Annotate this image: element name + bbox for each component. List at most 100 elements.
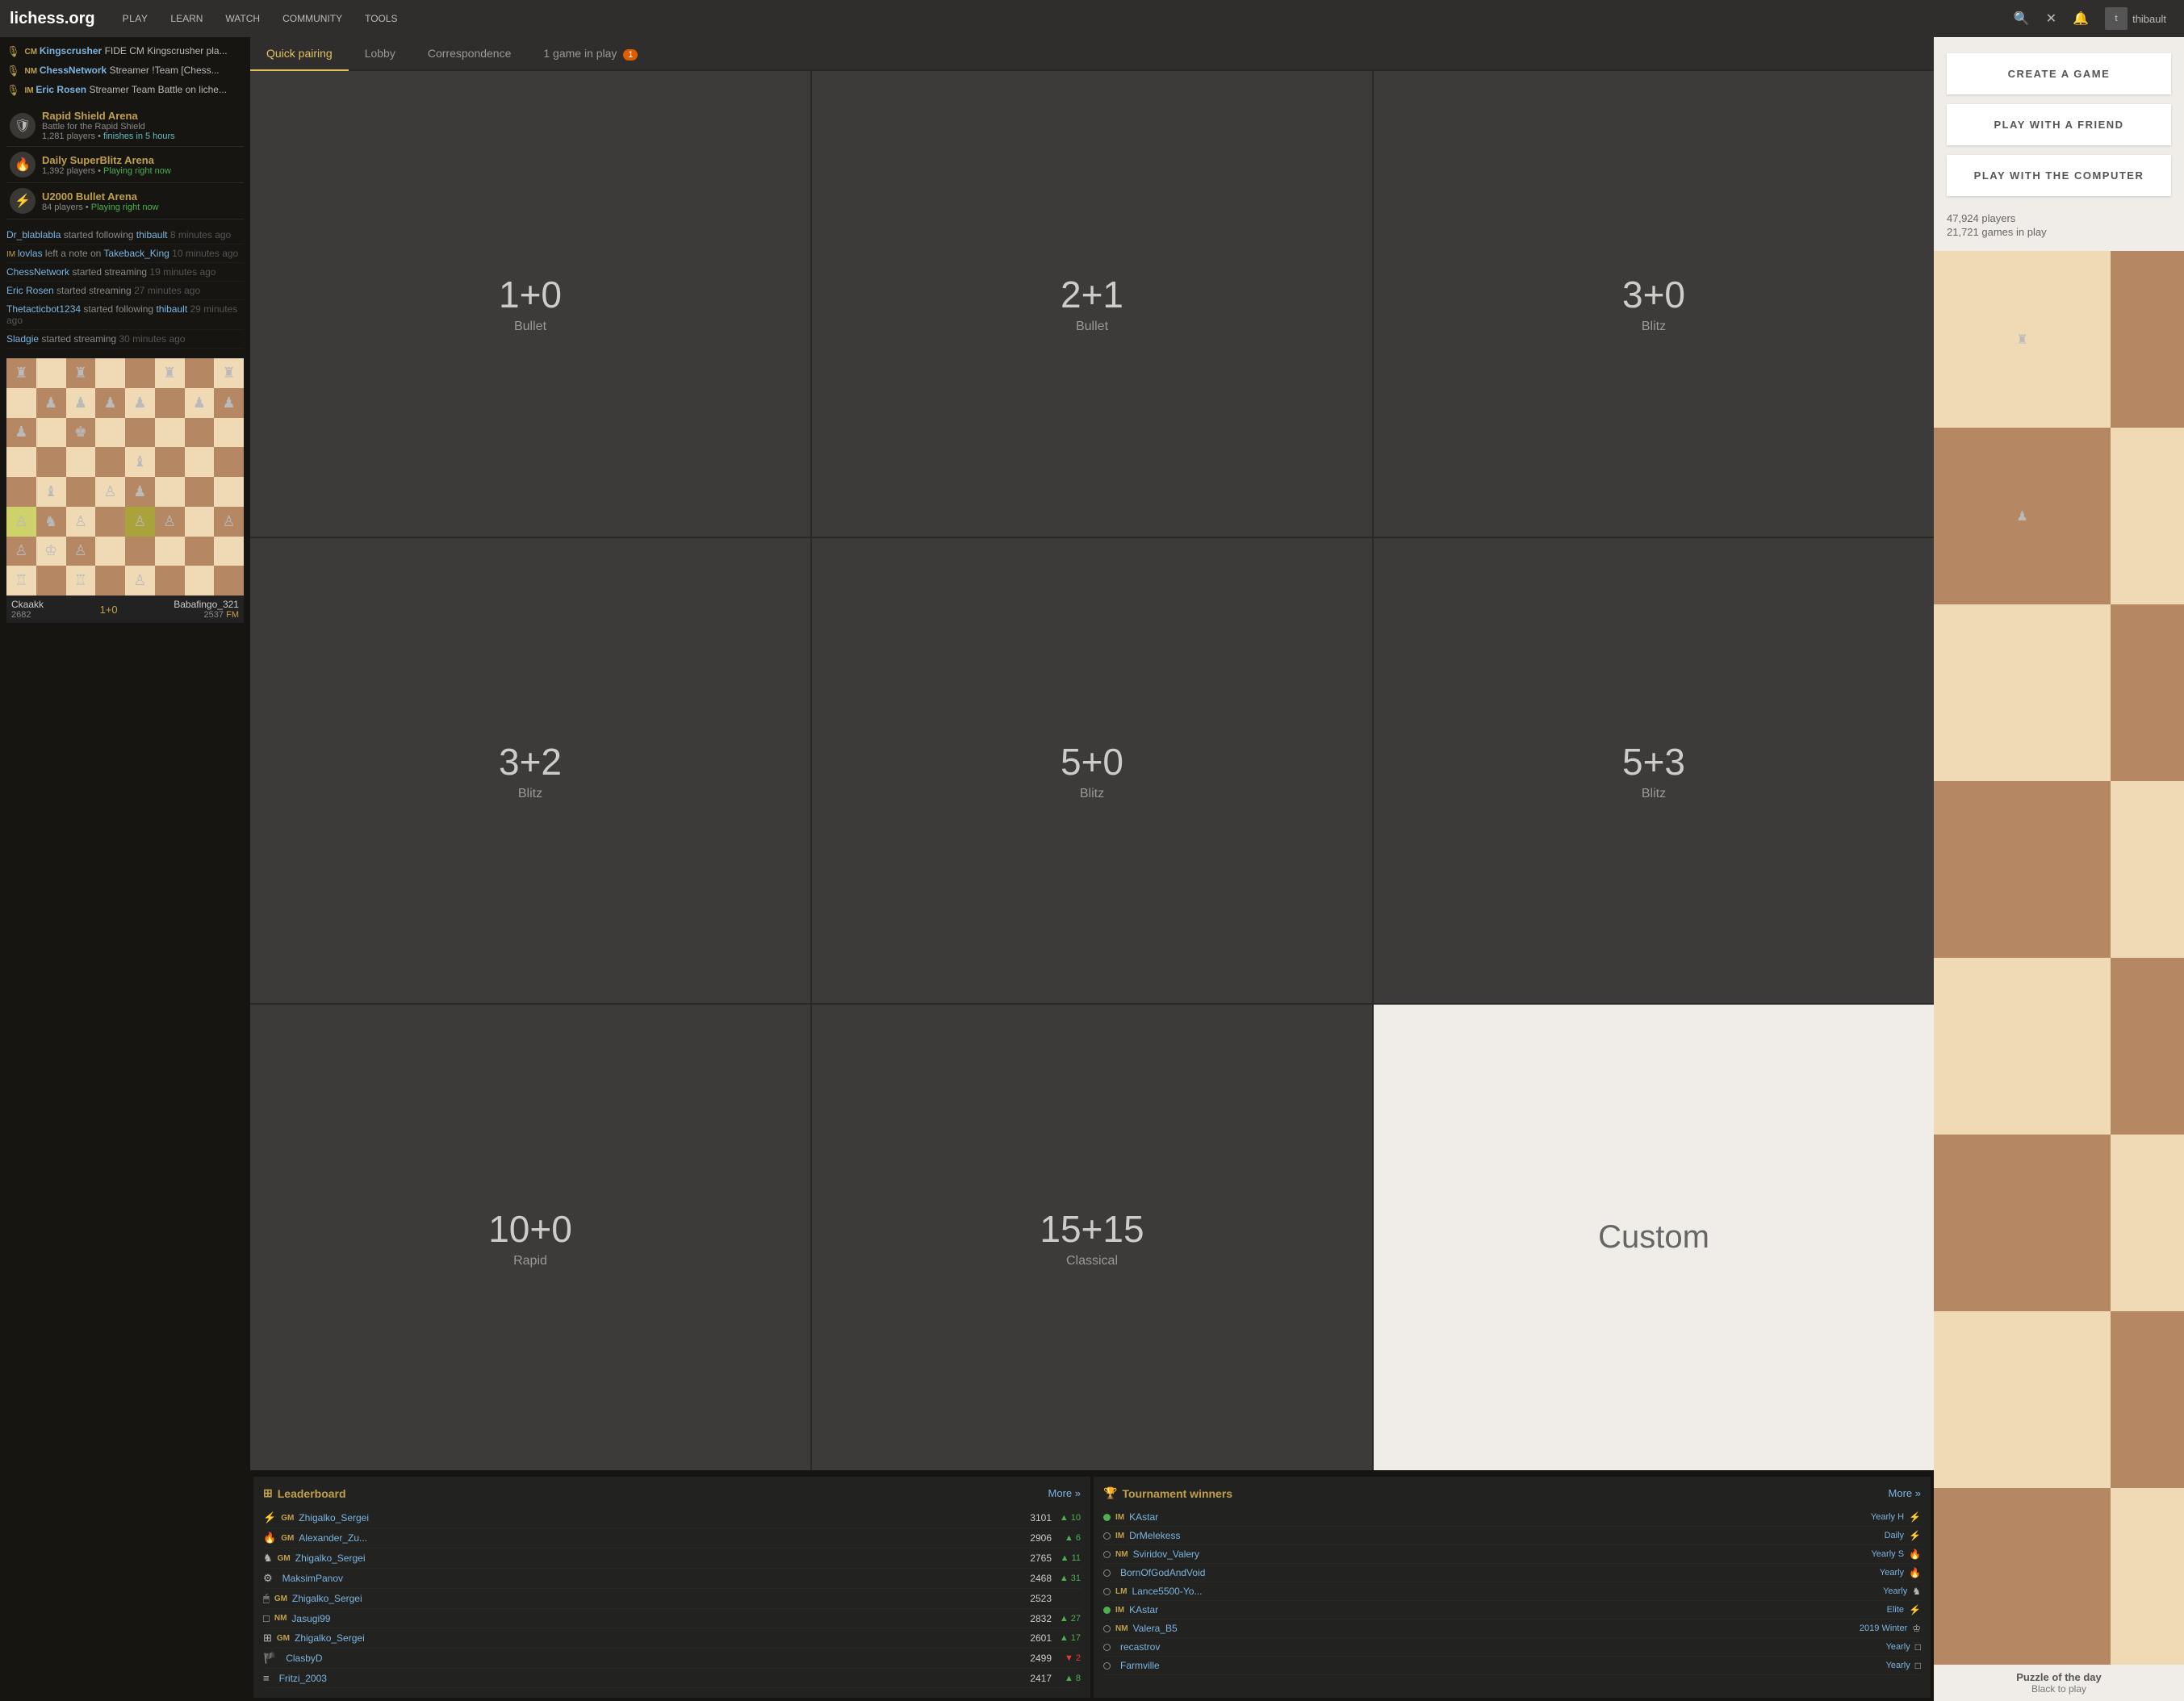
tab-lobby[interactable]: Lobby bbox=[349, 37, 412, 69]
winner-row[interactable]: IM KAstar Elite ⚡ bbox=[1103, 1601, 1921, 1620]
winner-row[interactable]: IM KAstar Yearly H ⚡ bbox=[1103, 1508, 1921, 1527]
winner-row[interactable]: BornOfGodAndVoid Yearly 🔥 bbox=[1103, 1564, 1921, 1582]
winner-row[interactable]: NM Valera_B5 2019 Winter ♔ bbox=[1103, 1620, 1921, 1638]
leaderboard-row[interactable]: ≡ Fritzi_2003 2417 ▲ 8 bbox=[263, 1669, 1081, 1688]
mode-icon: ⚙ bbox=[263, 1572, 273, 1585]
puzzle-chess-board: ♜ ♜ ♛ ♜ ♚ ♟ ♟ ♟ ♗ ♟ ♟ ♟ bbox=[1934, 251, 2184, 1665]
leaderboard-row[interactable]: □ NM Jasugi99 2832 ▲ 27 bbox=[263, 1609, 1081, 1628]
shield-icon: 🛡 bbox=[10, 113, 36, 139]
pairing-mode: Blitz bbox=[1080, 787, 1104, 801]
leaderboard-panel: ⊞ Leaderboard More » ⚡ GM Zhigalko_Serge… bbox=[253, 1477, 1090, 1698]
tournament-winners-title: 🏆 Tournament winners bbox=[1103, 1486, 1232, 1500]
activity-feed: Dr_blablabla started following thibault … bbox=[6, 226, 244, 349]
mode-icon: ≡ bbox=[263, 1672, 270, 1684]
nav-tools[interactable]: TOOLS bbox=[354, 0, 408, 37]
winner-row[interactable]: IM DrMelekess Daily ⚡ bbox=[1103, 1527, 1921, 1545]
trophy-icon: ⊞ bbox=[263, 1486, 273, 1500]
pairing-mode: Blitz bbox=[518, 787, 542, 801]
play-friend-button[interactable]: PLAY WITH A FRIEND bbox=[1947, 104, 2171, 145]
avatar: t bbox=[2105, 7, 2128, 30]
live-game-panel[interactable]: ♜ ♜ ♜ ♜ ♟ ♟ ♟ ♟ ♟ ♟ ♟ ♚ bbox=[6, 358, 244, 623]
header: lichess.org PLAY LEARN WATCH COMMUNITY T… bbox=[0, 0, 2184, 37]
tournament-item[interactable]: ⚡ U2000 Bullet Arena 84 players • Playin… bbox=[6, 183, 244, 219]
chess-board: ♜ ♜ ♜ ♜ ♟ ♟ ♟ ♟ ♟ ♟ ♟ ♚ bbox=[6, 358, 244, 596]
activity-item: Dr_blablabla started following thibault … bbox=[6, 226, 244, 244]
pairing-time: 1+0 bbox=[499, 273, 562, 316]
action-buttons: CREATE A GAME PLAY WITH A FRIEND PLAY WI… bbox=[1934, 37, 2184, 212]
pairing-cell-custom[interactable]: Custom bbox=[1374, 1005, 1934, 1470]
left-sidebar: 🎙 CM Kingscrusher FIDE CM Kingscrusher p… bbox=[0, 37, 250, 1701]
mode-icon: 🏴 bbox=[263, 1652, 276, 1665]
tournament-winners-panel: 🏆 Tournament winners More » IM KAstar Ye… bbox=[1094, 1477, 1931, 1698]
mode-icon: □ bbox=[263, 1612, 270, 1624]
tab-correspondence[interactable]: Correspondence bbox=[412, 37, 528, 69]
activity-item: IM lovlas left a note on Takeback_King 1… bbox=[6, 244, 244, 263]
pairing-cell-2plus1[interactable]: 2+1 Bullet bbox=[812, 71, 1372, 537]
pairing-time: 5+0 bbox=[1061, 740, 1123, 784]
play-computer-button[interactable]: PLAY WITH THE COMPUTER bbox=[1947, 155, 2171, 196]
winner-row[interactable]: recastrov Yearly □ bbox=[1103, 1638, 1921, 1657]
tournament-item[interactable]: 🔥 Daily SuperBlitz Arena 1,392 players •… bbox=[6, 147, 244, 183]
leaderboard-row[interactable]: ⊞ GM Zhigalko_Sergei 2601 ▲ 17 bbox=[263, 1628, 1081, 1649]
streamer-item[interactable]: 🎙 CM Kingscrusher FIDE CM Kingscrusher p… bbox=[6, 42, 244, 61]
pairing-cell-10plus0[interactable]: 10+0 Rapid bbox=[250, 1005, 810, 1470]
pairing-cell-15plus15[interactable]: 15+15 Classical bbox=[812, 1005, 1372, 1470]
pairing-cell-3plus2[interactable]: 3+2 Blitz bbox=[250, 538, 810, 1004]
tabs-bar: Quick pairing Lobby Correspondence 1 gam… bbox=[250, 37, 1934, 71]
notification-icon[interactable]: 🔔 bbox=[2065, 10, 2097, 27]
tournament-item[interactable]: 🛡 Rapid Shield Arena Battle for the Rapi… bbox=[6, 105, 244, 147]
pairing-mode: Rapid bbox=[513, 1254, 547, 1268]
pairing-time: Custom bbox=[1598, 1219, 1709, 1256]
nav-watch[interactable]: WATCH bbox=[214, 0, 271, 37]
streamer-item[interactable]: 🎙 NM ChessNetwork Streamer !Team [Chess.… bbox=[6, 61, 244, 81]
pairing-time: 10+0 bbox=[488, 1207, 572, 1251]
pairing-time: 2+1 bbox=[1061, 273, 1123, 316]
pairing-cell-5plus0[interactable]: 5+0 Blitz bbox=[812, 538, 1372, 1004]
pairing-cell-5plus3[interactable]: 5+3 Blitz bbox=[1374, 538, 1934, 1004]
leaderboard-row[interactable]: 🖱 GM Zhigalko_Sergei 2523 bbox=[263, 1589, 1081, 1609]
right-sidebar: CREATE A GAME PLAY WITH A FRIEND PLAY WI… bbox=[1934, 37, 2184, 1701]
activity-item: Eric Rosen started streaming 27 minutes … bbox=[6, 282, 244, 300]
leaderboard-more-link[interactable]: More » bbox=[1048, 1487, 1081, 1499]
close-icon[interactable]: ✕ bbox=[2038, 10, 2065, 27]
mic-icon: 🎙 bbox=[6, 45, 20, 58]
pairing-cell-3plus0[interactable]: 3+0 Blitz bbox=[1374, 71, 1934, 537]
leaderboard-row[interactable]: 🏴 ClasbyD 2499 ▼ 2 bbox=[263, 1649, 1081, 1669]
nav-play[interactable]: PLAY bbox=[111, 0, 160, 37]
leaderboard-row[interactable]: ⚙ MaksimPanov 2468 ▲ 31 bbox=[263, 1569, 1081, 1589]
leaderboard-row[interactable]: 🔥 GM Alexander_Zu... 2906 ▲ 6 bbox=[263, 1528, 1081, 1548]
board-player-info: Ckaakk 2682 1+0 Babafingo_321 2537 FM bbox=[6, 596, 244, 623]
game-badge: 1 bbox=[623, 49, 638, 61]
streamer-list: 🎙 CM Kingscrusher FIDE CM Kingscrusher p… bbox=[6, 42, 244, 100]
center-content: Quick pairing Lobby Correspondence 1 gam… bbox=[250, 37, 1934, 1701]
user-menu[interactable]: t thibault bbox=[2097, 7, 2174, 30]
nav-community[interactable]: COMMUNITY bbox=[271, 0, 354, 37]
mic-icon: 🎙 bbox=[6, 65, 20, 77]
bullet-icon: ⚡ bbox=[10, 188, 36, 214]
search-icon[interactable]: 🔍 bbox=[2006, 10, 2038, 27]
tab-game-in-play[interactable]: 1 game in play 1 bbox=[527, 37, 654, 69]
leaderboard-row[interactable]: ⚡ GM Zhigalko_Sergei 3101 ▲ 10 bbox=[263, 1508, 1081, 1528]
create-game-button[interactable]: CREATE A GAME bbox=[1947, 53, 2171, 94]
mode-icon: ⚡ bbox=[263, 1511, 276, 1524]
leaderboard-title: ⊞ Leaderboard bbox=[263, 1486, 346, 1500]
pairing-time: 3+2 bbox=[499, 740, 562, 784]
winner-row[interactable]: Farmville Yearly □ bbox=[1103, 1657, 1921, 1675]
puzzle-board-panel[interactable]: ♜ ♜ ♛ ♜ ♚ ♟ ♟ ♟ ♗ ♟ ♟ ♟ bbox=[1934, 251, 2184, 1701]
streamer-item[interactable]: 🎙 IM Eric Rosen Streamer Team Battle on … bbox=[6, 81, 244, 100]
winners-more-link[interactable]: More » bbox=[1889, 1487, 1921, 1499]
pairing-time: 5+3 bbox=[1622, 740, 1685, 784]
trophy-icon: 🏆 bbox=[1103, 1486, 1117, 1500]
tab-quick-pairing[interactable]: Quick pairing bbox=[250, 37, 349, 71]
winner-row[interactable]: NM Sviridov_Valery Yearly S 🔥 bbox=[1103, 1545, 1921, 1564]
leaderboard-row[interactable]: ♞ GM Zhigalko_Sergei 2765 ▲ 11 bbox=[263, 1548, 1081, 1569]
pairing-cell-1plus0[interactable]: 1+0 Bullet bbox=[250, 71, 810, 537]
bottom-panels: ⊞ Leaderboard More » ⚡ GM Zhigalko_Serge… bbox=[250, 1473, 1934, 1701]
logo[interactable]: lichess.org bbox=[10, 10, 95, 28]
nav-learn[interactable]: LEARN bbox=[159, 0, 214, 37]
winner-row[interactable]: LM Lance5500-Yo... Yearly ♞ bbox=[1103, 1582, 1921, 1601]
pairing-mode: Bullet bbox=[1076, 320, 1108, 334]
pairing-mode: Blitz bbox=[1642, 787, 1666, 801]
flame-icon: 🔥 bbox=[10, 152, 36, 178]
pairing-time: 15+15 bbox=[1040, 1207, 1144, 1251]
